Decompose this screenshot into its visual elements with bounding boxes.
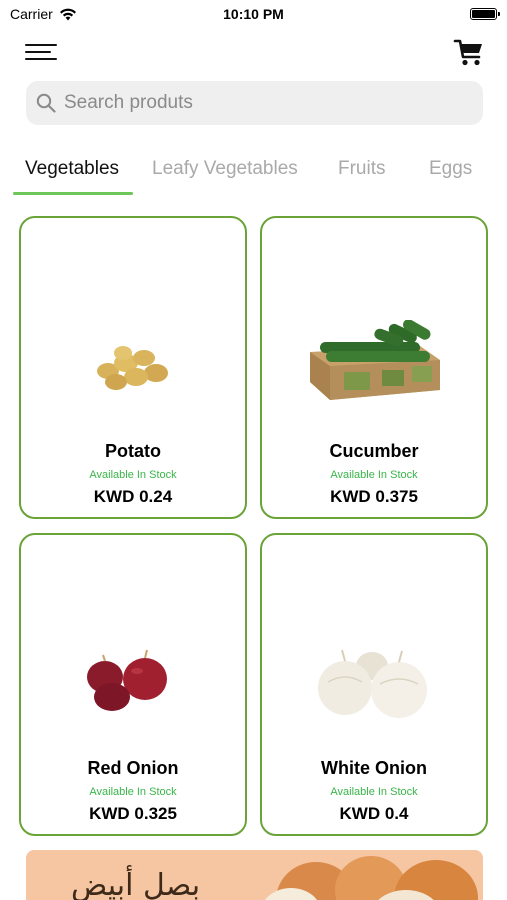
promo-banner[interactable]: بصل أبيض bbox=[26, 850, 483, 900]
banner-title: بصل أبيض bbox=[71, 868, 201, 900]
product-name: Potato bbox=[105, 441, 161, 461]
tab-vegetables[interactable]: Vegetables bbox=[25, 158, 119, 180]
category-tabs: Vegetables Leafy Vegetables Fruits Eggs bbox=[0, 150, 507, 196]
product-stock-status: Available In Stock bbox=[89, 786, 177, 798]
product-name: Cucumber bbox=[329, 441, 419, 461]
product-name: White Onion bbox=[321, 758, 427, 778]
product-price: KWD 0.24 bbox=[93, 487, 173, 506]
active-tab-indicator bbox=[13, 192, 133, 195]
white-onion-image bbox=[262, 627, 486, 737]
battery-icon bbox=[470, 8, 500, 20]
product-card-potato[interactable]: Potato Available In Stock KWD 0.24 bbox=[19, 216, 247, 519]
status-bar: Carrier 10:10 PM bbox=[0, 0, 507, 28]
potato-image bbox=[21, 310, 245, 420]
search-icon bbox=[36, 93, 56, 113]
product-price: KWD 0.325 bbox=[89, 804, 177, 823]
product-stock-status: Available In Stock bbox=[330, 469, 418, 481]
status-time: 10:10 PM bbox=[223, 6, 284, 22]
search-bar[interactable] bbox=[26, 81, 483, 125]
tab-leafy-vegetables[interactable]: Leafy Vegetables bbox=[152, 158, 298, 180]
product-card-white-onion[interactable]: White Onion Available In Stock KWD 0.4 bbox=[260, 533, 488, 836]
product-stock-status: Available In Stock bbox=[330, 786, 418, 798]
product-card-cucumber[interactable]: Cucumber Available In Stock KWD 0.375 bbox=[260, 216, 488, 519]
search-input[interactable] bbox=[64, 92, 444, 114]
product-price: KWD 0.375 bbox=[330, 487, 418, 506]
cucumber-box-image bbox=[262, 310, 486, 420]
product-name: Red Onion bbox=[87, 758, 179, 778]
hamburger-menu-icon[interactable] bbox=[25, 40, 57, 64]
shopping-cart-icon[interactable] bbox=[453, 36, 485, 68]
product-price: KWD 0.4 bbox=[339, 804, 409, 823]
product-card-red-onion[interactable]: Red Onion Available In Stock KWD 0.325 bbox=[19, 533, 247, 836]
tab-eggs[interactable]: Eggs bbox=[429, 158, 472, 180]
tab-fruits[interactable]: Fruits bbox=[338, 158, 386, 180]
red-onion-image bbox=[21, 627, 245, 737]
product-stock-status: Available In Stock bbox=[89, 469, 177, 481]
